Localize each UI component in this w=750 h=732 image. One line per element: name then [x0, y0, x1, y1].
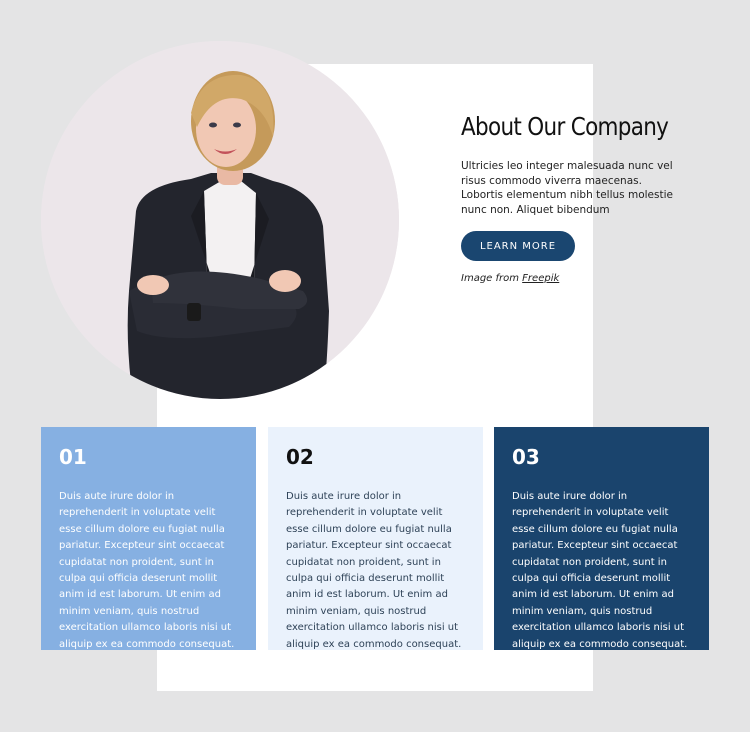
image-credit-prefix: Image from	[461, 273, 523, 284]
feature-card-3: 03 Duis aute irure dolor in reprehenderi…	[494, 427, 709, 650]
image-credit: Image from Freepik	[461, 273, 559, 284]
card-text: Duis aute irure dolor in reprehenderit i…	[286, 491, 462, 650]
card-number: 02	[286, 445, 314, 469]
feature-card-1: 01 Duis aute irure dolor in reprehenderi…	[41, 427, 256, 650]
businesswoman-illustration	[41, 41, 399, 399]
intro-paragraph: Ultricies leo integer malesuada nunc vel…	[461, 160, 673, 216]
card-number: 03	[512, 445, 540, 469]
card-text: Duis aute irure dolor in reprehenderit i…	[512, 491, 688, 650]
page-title: About Our Company	[461, 112, 669, 141]
card-number: 01	[59, 445, 87, 469]
feature-card-2: 02 Duis aute irure dolor in reprehenderi…	[268, 427, 483, 650]
businesswoman-photo	[41, 41, 399, 399]
learn-more-button[interactable]: LEARN MORE	[461, 231, 575, 261]
freepik-link[interactable]: Freepik	[522, 273, 559, 284]
card-text: Duis aute irure dolor in reprehenderit i…	[59, 491, 235, 650]
